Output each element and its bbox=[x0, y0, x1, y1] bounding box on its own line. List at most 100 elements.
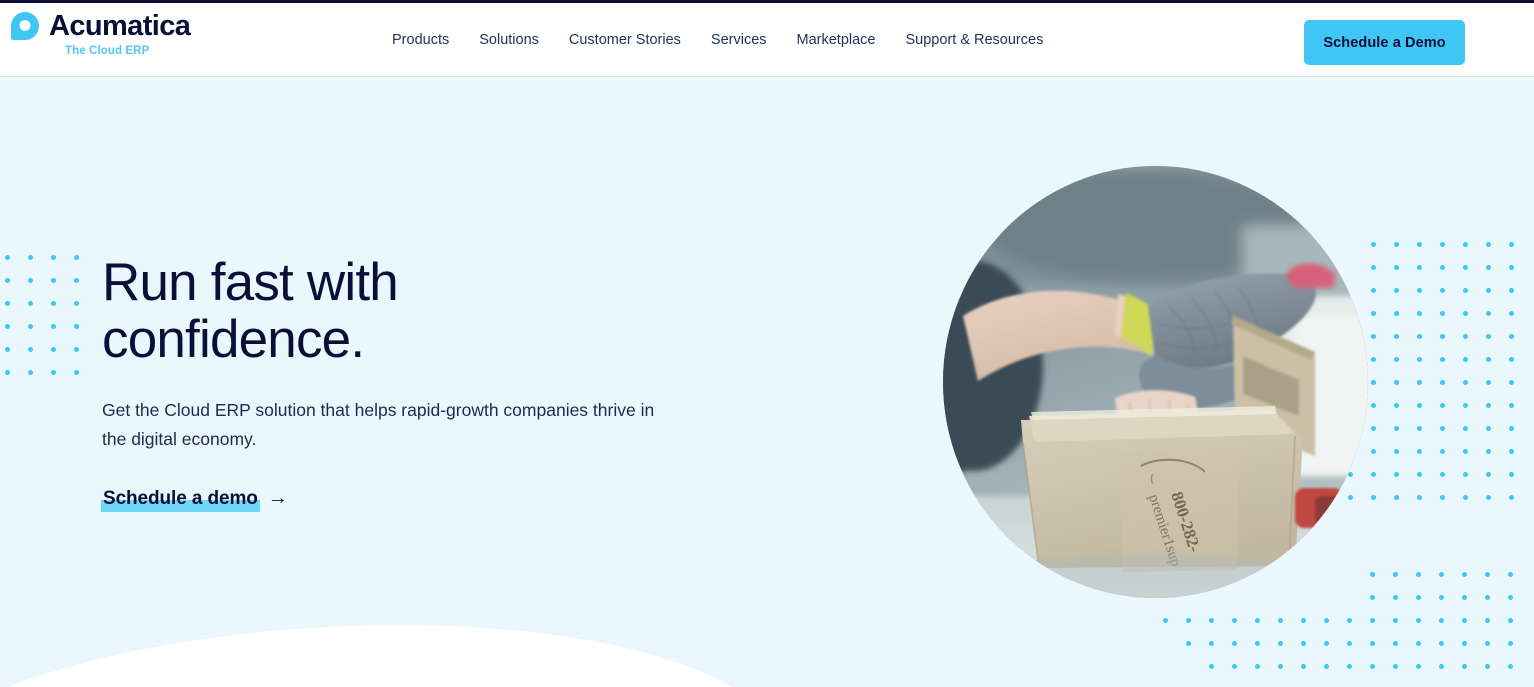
hero-copy: Run fast with confidence. Get the Cloud … bbox=[101, 254, 722, 512]
decorative-dot bbox=[1462, 664, 1467, 669]
decorative-dot bbox=[1440, 311, 1445, 316]
decorative-dot bbox=[1278, 664, 1283, 669]
decorative-dot bbox=[5, 370, 10, 375]
decorative-dot bbox=[1255, 641, 1260, 646]
schedule-demo-button[interactable]: Schedule a Demo bbox=[1304, 20, 1465, 65]
decorative-dot bbox=[1463, 380, 1468, 385]
decorative-dot bbox=[1417, 334, 1422, 339]
nav-item-solutions[interactable]: Solutions bbox=[464, 33, 554, 48]
decorative-dot bbox=[1417, 288, 1422, 293]
nav-item-services[interactable]: Services bbox=[696, 33, 782, 48]
decorative-dot bbox=[1371, 265, 1376, 270]
decorative-dot bbox=[1486, 288, 1491, 293]
decorative-dot bbox=[1509, 311, 1514, 316]
decorative-dot bbox=[1463, 449, 1468, 454]
decorative-dot bbox=[1486, 449, 1491, 454]
decorative-dot bbox=[28, 301, 33, 306]
decorative-dot bbox=[1508, 641, 1513, 646]
decorative-dot bbox=[1440, 334, 1445, 339]
decorative-dot bbox=[1394, 449, 1399, 454]
decorative-dot bbox=[1440, 472, 1445, 477]
decorative-dot bbox=[1371, 472, 1376, 477]
decorative-dot bbox=[1439, 664, 1444, 669]
decorative-dot bbox=[1463, 426, 1468, 431]
nav-item-marketplace[interactable]: Marketplace bbox=[782, 33, 891, 48]
decorative-dot bbox=[1393, 572, 1398, 577]
decorative-dot bbox=[1462, 595, 1467, 600]
decorative-dot bbox=[1463, 472, 1468, 477]
svg-text:{: { bbox=[1149, 471, 1155, 485]
decorative-dot bbox=[1393, 618, 1398, 623]
decorative-dot bbox=[1439, 595, 1444, 600]
decorative-dot bbox=[1255, 618, 1260, 623]
site-header: Acumatica The Cloud ERP Products Solutio… bbox=[0, 3, 1534, 77]
decorative-dot bbox=[1163, 618, 1168, 623]
decorative-dot bbox=[1440, 357, 1445, 362]
decorative-dot bbox=[1232, 664, 1237, 669]
decorative-dot bbox=[1417, 449, 1422, 454]
nav-item-products[interactable]: Products bbox=[392, 33, 464, 48]
decorative-dot bbox=[5, 301, 10, 306]
decorative-dot bbox=[1462, 572, 1467, 577]
decorative-dot bbox=[1394, 426, 1399, 431]
decorative-dot bbox=[1509, 472, 1514, 477]
decorative-dot bbox=[1463, 288, 1468, 293]
decorative-dot bbox=[1508, 572, 1513, 577]
decorative-dot bbox=[1370, 572, 1375, 577]
decorative-dot bbox=[51, 324, 56, 329]
decorative-dot bbox=[1394, 288, 1399, 293]
schedule-demo-link[interactable]: Schedule a demo → bbox=[101, 488, 288, 512]
decorative-dot bbox=[1486, 426, 1491, 431]
decorative-dot bbox=[1509, 265, 1514, 270]
decorative-dot bbox=[1371, 357, 1376, 362]
decorative-dot bbox=[1485, 618, 1490, 623]
acumatica-drop-icon bbox=[10, 11, 40, 41]
decorative-dot bbox=[1485, 641, 1490, 646]
decorative-dot bbox=[1209, 664, 1214, 669]
decorative-dot bbox=[1416, 618, 1421, 623]
schedule-demo-link-label: Schedule a demo bbox=[101, 488, 260, 512]
decorative-dot bbox=[74, 370, 79, 375]
decorative-dot bbox=[1371, 242, 1376, 247]
decorative-dot bbox=[1278, 641, 1283, 646]
decorative-dot bbox=[1371, 311, 1376, 316]
decorative-dot bbox=[1301, 641, 1306, 646]
decorative-dot bbox=[1301, 618, 1306, 623]
decorative-dot bbox=[1417, 495, 1422, 500]
decorative-dot bbox=[28, 324, 33, 329]
decorative-dot bbox=[1508, 664, 1513, 669]
decorative-dot bbox=[1463, 311, 1468, 316]
decorative-dot bbox=[51, 370, 56, 375]
decorative-dot bbox=[1509, 426, 1514, 431]
decorative-dot bbox=[1347, 641, 1352, 646]
decorative-dot bbox=[1509, 449, 1514, 454]
decorative-dot bbox=[1486, 495, 1491, 500]
decorative-dot bbox=[5, 347, 10, 352]
decorative-dot bbox=[1463, 403, 1468, 408]
decorative-dot bbox=[1394, 472, 1399, 477]
decorative-dot bbox=[1393, 664, 1398, 669]
decorative-dot bbox=[1440, 265, 1445, 270]
decorative-dot bbox=[1485, 595, 1490, 600]
brand-logo[interactable]: Acumatica The Cloud ERP bbox=[10, 11, 210, 69]
decorative-dot bbox=[1462, 618, 1467, 623]
decorative-dot bbox=[1255, 664, 1260, 669]
decorative-dot bbox=[1371, 334, 1376, 339]
decorative-dot bbox=[1509, 288, 1514, 293]
decorative-dot bbox=[1394, 357, 1399, 362]
decorative-dot bbox=[1394, 495, 1399, 500]
decorative-dot bbox=[1324, 641, 1329, 646]
decorative-dot bbox=[1209, 641, 1214, 646]
nav-item-customer-stories[interactable]: Customer Stories bbox=[554, 33, 696, 48]
decorative-dot bbox=[1486, 403, 1491, 408]
decorative-dot bbox=[1371, 426, 1376, 431]
decorative-dot bbox=[1440, 449, 1445, 454]
brand-name: Acumatica bbox=[49, 9, 191, 42]
decorative-dot bbox=[1486, 265, 1491, 270]
nav-item-support-resources[interactable]: Support & Resources bbox=[891, 33, 1059, 48]
decorative-dot bbox=[1370, 595, 1375, 600]
decorative-dots-left bbox=[0, 255, 100, 405]
brand-tagline: The Cloud ERP bbox=[65, 45, 150, 57]
decorative-dot bbox=[1417, 472, 1422, 477]
decorative-dot bbox=[1416, 572, 1421, 577]
